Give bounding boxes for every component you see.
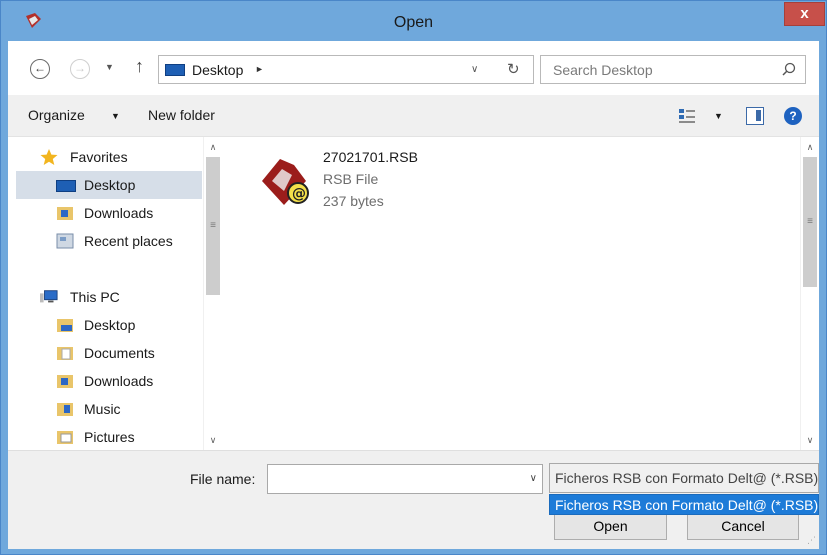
file-item[interactable]: @ 27021701.RSB RSB File 237 bytes [254,147,454,217]
file-size: 237 bytes [323,193,384,209]
desktop-icon [165,64,185,76]
scroll-thumb[interactable]: ≡ [206,157,220,295]
file-type: RSB File [323,171,379,187]
cancel-button[interactable]: Cancel [687,512,799,540]
open-button[interactable]: Open [554,512,667,540]
sidebar-item-music[interactable]: Music [56,395,202,423]
search-input[interactable]: Search Desktop [553,62,653,78]
organize-button[interactable]: Organize [28,107,85,123]
star-icon [40,149,58,165]
desktop-folder-icon [56,180,76,192]
address-bar[interactable]: Desktop ► ∨ ↻ [158,55,534,84]
documents-folder-icon [57,347,73,360]
sidebar-item-desktop-pc[interactable]: Desktop [56,311,202,339]
svg-text:@: @ [292,186,306,202]
view-dropdown-icon[interactable]: ▼ [714,111,723,121]
sidebar-item-recent-places[interactable]: Recent places [56,227,202,255]
open-dialog: Open x ← → ▼ ↑ Desktop ► ∨ ↻ Search Desk… [0,0,827,555]
file-name: 27021701.RSB [323,149,418,165]
dialog-body: ← → ▼ ↑ Desktop ► ∨ ↻ Search Desktop Org… [8,41,819,549]
scroll-thumb[interactable]: ≡ [803,157,817,287]
file-name-dropdown-icon[interactable]: ∨ [530,473,537,484]
up-button[interactable]: ↑ [135,56,144,77]
music-folder-icon [57,403,73,416]
scroll-down-button[interactable]: ∨ [204,432,222,448]
file-name-label: File name: [190,471,256,487]
help-icon[interactable]: ? [784,107,802,125]
new-folder-button[interactable]: New folder [148,107,215,123]
downloads-folder-icon [57,375,73,388]
address-location[interactable]: Desktop [192,62,243,78]
sidebar-item-label: This PC [70,289,120,305]
preview-pane-icon[interactable] [746,107,764,125]
sidebar-item-desktop[interactable]: Desktop [16,171,202,199]
desktop-folder-icon [57,319,73,332]
rsb-file-icon: @ [262,159,309,205]
sidebar-item-label: Documents [84,345,155,361]
sidebar-item-this-pc[interactable]: This PC [40,283,200,311]
pictures-folder-icon [57,431,73,444]
forward-button[interactable]: → [70,59,90,79]
sidebar-item-label: Pictures [84,429,135,445]
refresh-button[interactable]: ↻ [507,60,520,78]
recent-places-icon [56,233,74,249]
sidebar-item-pictures[interactable]: Pictures [56,423,202,450]
dialog-footer: File name: ∨ Open Cancel Ficheros RSB co… [8,450,819,549]
file-list-scrollbar[interactable]: ∧ ≡ ∨ [800,137,819,450]
sidebar-item-favorites[interactable]: Favorites [36,143,196,171]
sidebar-scrollbar[interactable]: ∧ ≡ ∨ [203,137,221,450]
sidebar-item-label: Downloads [84,373,154,389]
sidebar-item-label: Desktop [84,317,136,333]
scroll-up-button[interactable]: ∧ [801,139,819,155]
close-button[interactable]: x [784,2,825,26]
downloads-folder-icon [57,207,73,220]
scroll-down-button[interactable]: ∨ [801,432,819,448]
sidebar-item-downloads[interactable]: Downloads [56,199,202,227]
view-options-icon[interactable] [678,107,696,125]
chevron-down-icon[interactable]: ▼ [111,111,120,121]
search-icon[interactable] [781,62,797,78]
address-dropdown-button[interactable]: ∨ [471,64,478,75]
recent-locations-button[interactable]: ▼ [105,62,114,72]
resize-grip[interactable]: ⋰ [807,535,816,546]
sidebar-item-label: Recent places [84,233,173,249]
file-type-filter-value[interactable]: Ficheros RSB con Formato Delt@ (*.RSB) [555,470,818,486]
sidebar-item-downloads-pc[interactable]: Downloads [56,367,202,395]
file-type-filter[interactable]: Ficheros RSB con Formato Delt@ (*.RSB) [549,463,819,493]
command-bar: Organize ▼ New folder ▼ ? [8,95,819,137]
file-name-field[interactable]: ∨ [267,464,543,494]
sidebar-item-label: Music [84,401,121,417]
scroll-up-button[interactable]: ∧ [204,139,222,155]
navigation-bar: ← → ▼ ↑ Desktop ► ∨ ↻ Search Desktop [8,41,819,95]
title-bar[interactable]: Open x [1,1,826,41]
navigation-pane: Favorites Desktop Downloads Recent place… [8,137,224,450]
computer-icon [40,290,58,303]
back-button[interactable]: ← [30,59,50,79]
sidebar-item-label: Desktop [84,177,136,193]
file-list: @ 27021701.RSB RSB File 237 bytes ∧ ≡ ∨ [224,137,819,450]
chevron-right-icon[interactable]: ► [255,64,264,74]
file-type-option[interactable]: Ficheros RSB con Formato Delt@ (*.RSB) [549,494,819,515]
window-title: Open [393,14,434,31]
search-box[interactable]: Search Desktop [540,55,806,84]
sidebar-item-documents[interactable]: Documents [56,339,202,367]
sidebar-item-label: Favorites [70,149,128,165]
sidebar-item-label: Downloads [84,205,154,221]
